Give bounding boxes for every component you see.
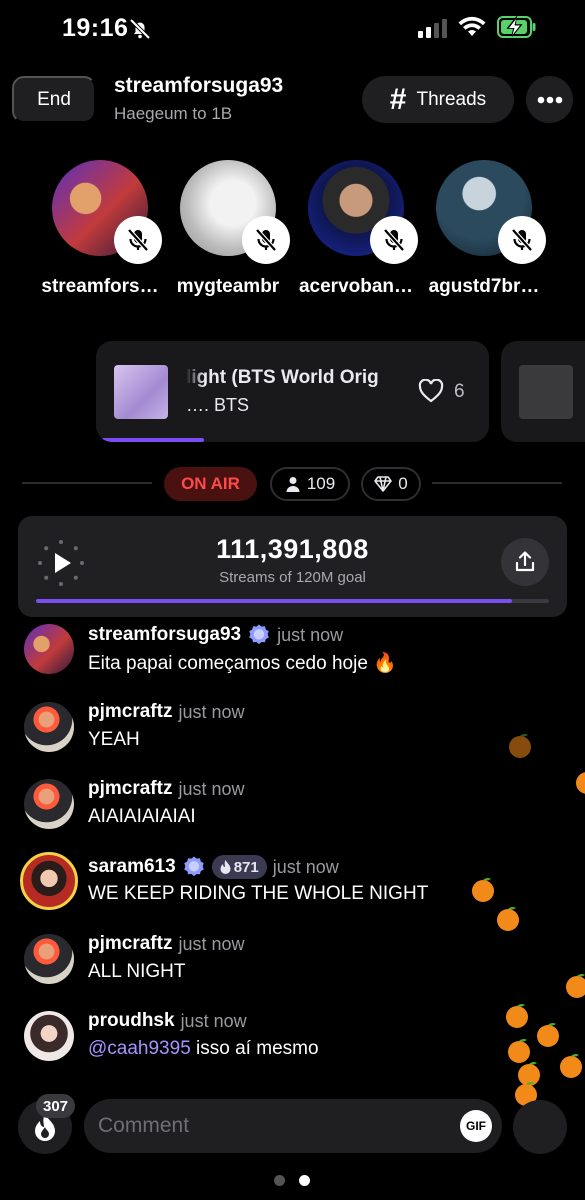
chat-text-body: isso aí mesmo — [190, 1038, 319, 1059]
supporter-badge-count: 871 — [233, 858, 259, 876]
diamond-count: 0 — [398, 474, 408, 493]
host-name[interactable]: streamforsuga93 — [114, 74, 283, 98]
orange-reaction-icon — [560, 1054, 582, 1078]
status-bar: 19:16 — [0, 0, 585, 58]
like-count: 6 — [454, 381, 465, 402]
speaker-name: mygteambr — [176, 276, 280, 297]
queue-card[interactable] — [501, 341, 585, 442]
orange-reaction-icon — [509, 734, 531, 758]
goal-progress-fill — [36, 599, 513, 603]
diamond-icon — [374, 476, 393, 492]
speaker-name: streamfors… — [41, 276, 159, 297]
more-options-button[interactable] — [526, 76, 573, 123]
track-progress-bar — [102, 438, 204, 442]
supporter-badge: 871 — [211, 855, 267, 879]
orange-reaction-icon — [497, 907, 519, 931]
comment-input[interactable] — [98, 1099, 448, 1153]
now-playing-card[interactable]: light (BTS World Orig …. BTS 6 — [96, 341, 489, 442]
on-air-badge: ON AIR — [164, 467, 257, 501]
goal-label: Streams of 120M goal — [219, 569, 366, 586]
avatar[interactable] — [24, 779, 74, 829]
reaction-button[interactable] — [513, 1100, 567, 1154]
mention-link[interactable]: @caah9395 — [88, 1038, 191, 1059]
chat-message: pjmcraftz just now AIAIAIAIAIAI — [22, 778, 562, 840]
comment-box[interactable]: GIF — [84, 1099, 502, 1153]
room-subtitle: Haegeum to 1B — [114, 104, 233, 123]
chat-username[interactable]: pjmcraftz — [88, 933, 172, 955]
avatar[interactable] — [24, 624, 74, 674]
share-button[interactable] — [501, 538, 549, 586]
page-indicator — [274, 1175, 310, 1186]
heart-icon[interactable] — [418, 379, 444, 403]
orange-reaction-icon — [506, 1004, 528, 1028]
speaker-name: acervoban… — [298, 276, 414, 297]
chat-message: proudhsk just now @caah9395 isso aí mesm… — [22, 1010, 562, 1072]
chat-timestamp: just now — [178, 933, 245, 954]
chat-text: WE KEEP RIDING THE WHOLE NIGHT — [88, 883, 429, 904]
chat-message: pjmcraftz just now ALL NIGHT — [22, 933, 562, 995]
cellular-signal-icon — [418, 19, 447, 38]
share-icon — [515, 551, 535, 572]
gif-button[interactable]: GIF — [460, 1110, 492, 1142]
chat-message: pjmcraftz just now YEAH — [22, 701, 562, 763]
orange-reaction-icon — [472, 878, 494, 902]
chat-timestamp: just now — [178, 701, 245, 722]
avatar[interactable] — [24, 1011, 74, 1061]
page-dot[interactable] — [274, 1175, 285, 1186]
verified-badge-icon — [249, 624, 269, 645]
chat-timestamp: just now — [277, 624, 344, 645]
boost-count-badge: 307 — [36, 1094, 76, 1118]
muted-mic-icon — [114, 216, 162, 264]
threads-button[interactable]: # Threads — [362, 76, 514, 123]
chat-message: streamforsuga93 just now Eita papai come… — [22, 623, 562, 685]
page-dot-active[interactable] — [299, 1175, 310, 1186]
diamond-count-pill[interactable]: 0 — [361, 467, 421, 501]
speaker-name: agustd7br… — [428, 276, 540, 297]
chat-username[interactable]: pjmcraftz — [88, 778, 172, 800]
orange-reaction-icon — [566, 974, 585, 998]
person-icon — [286, 477, 300, 492]
track-artist: …. BTS — [186, 395, 250, 415]
chat-username[interactable]: saram613 — [88, 856, 176, 878]
chat-text: YEAH — [88, 729, 140, 750]
flame-icon — [220, 860, 231, 874]
chat-timestamp: just now — [178, 778, 245, 799]
stream-count: 111,391,808 — [216, 534, 369, 564]
bell-muted-icon — [129, 18, 151, 40]
battery-charging-icon — [497, 16, 536, 38]
chat-username[interactable]: streamforsuga93 — [88, 624, 241, 646]
muted-mic-icon — [370, 216, 418, 264]
album-art — [114, 365, 168, 419]
chat-text: @caah9395 isso aí mesmo — [88, 1038, 319, 1060]
chat-timestamp: just now — [180, 1010, 247, 1031]
track-title: light (BTS World Orig — [186, 367, 379, 388]
listener-count-pill[interactable]: 109 — [270, 467, 350, 501]
threads-label: Threads — [416, 88, 487, 110]
hashtag-icon: # — [389, 82, 407, 116]
ellipsis-icon — [537, 96, 562, 103]
chat-username[interactable]: proudhsk — [88, 1010, 175, 1032]
listener-count: 109 — [306, 474, 336, 493]
wifi-icon — [458, 16, 486, 36]
orange-reaction-icon — [537, 1023, 559, 1047]
chat-timestamp: just now — [272, 856, 339, 877]
avatar[interactable] — [24, 934, 74, 984]
muted-mic-icon — [498, 216, 546, 264]
divider — [432, 482, 562, 484]
chat-text: AIAIAIAIAIAI — [88, 806, 196, 827]
muted-mic-icon — [242, 216, 290, 264]
chat-text: ALL NIGHT — [88, 961, 186, 982]
verified-badge-icon — [184, 856, 204, 877]
album-art — [519, 365, 573, 419]
avatar[interactable] — [20, 852, 78, 910]
chat-text: Eita papai começamos cedo hoje 🔥 — [88, 653, 397, 674]
clock: 19:16 — [62, 14, 129, 42]
stream-goal-card: 111,391,808 Streams of 120M goal — [18, 516, 567, 617]
avatar[interactable] — [24, 702, 74, 752]
goal-progress-bar — [36, 599, 549, 603]
orange-reaction-icon — [576, 772, 585, 794]
divider — [22, 482, 152, 484]
chat-username[interactable]: pjmcraftz — [88, 701, 172, 723]
end-button[interactable]: End — [12, 76, 96, 123]
